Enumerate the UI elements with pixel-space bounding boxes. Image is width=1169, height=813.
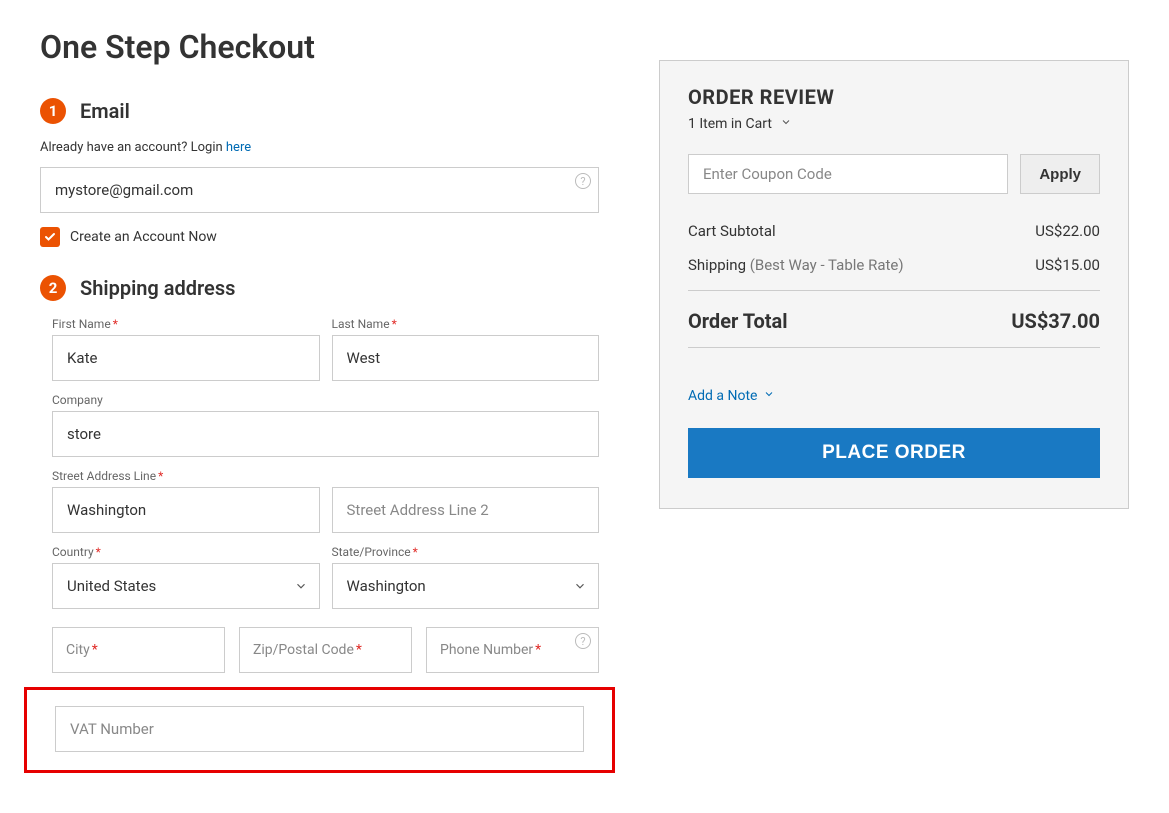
order-review-title: ORDER REVIEW xyxy=(688,85,1100,109)
help-icon[interactable]: ? xyxy=(575,173,591,189)
country-select[interactable]: United States xyxy=(52,563,320,609)
create-account-checkbox[interactable] xyxy=(40,227,60,247)
check-icon xyxy=(44,231,56,243)
subtotal-label: Cart Subtotal xyxy=(688,222,776,240)
create-account-label: Create an Account Now xyxy=(70,229,217,245)
divider xyxy=(688,290,1100,291)
order-total-row: Order Total US$37.00 xyxy=(688,309,1100,333)
email-field-wrap: ? xyxy=(40,167,599,213)
step-shipping-number: 2 xyxy=(40,275,66,301)
divider xyxy=(688,347,1100,348)
order-review-panel: ORDER REVIEW 1 Item in Cart Apply Cart S… xyxy=(659,60,1129,509)
city-input[interactable] xyxy=(52,627,225,673)
step-shipping-header: 2 Shipping address xyxy=(40,275,599,301)
country-field: Country* United States xyxy=(52,545,320,609)
phone-field: Phone Number* ? xyxy=(426,627,599,673)
subtotal-value: US$22.00 xyxy=(1035,222,1100,240)
create-account-row[interactable]: Create an Account Now xyxy=(40,227,599,247)
step-email-number: 1 xyxy=(40,98,66,124)
last-name-label: Last Name* xyxy=(332,317,600,331)
first-name-label: First Name* xyxy=(52,317,320,331)
vat-input[interactable] xyxy=(55,706,584,752)
order-total-label: Order Total xyxy=(688,309,788,333)
shipping-method: (Best Way - Table Rate) xyxy=(746,256,904,274)
step-email-header: 1 Email xyxy=(40,98,599,124)
page-title: One Step Checkout xyxy=(40,28,599,66)
company-label: Company xyxy=(52,393,599,407)
street2-input[interactable] xyxy=(332,487,600,533)
help-icon[interactable]: ? xyxy=(575,633,591,649)
email-input[interactable] xyxy=(40,167,599,213)
coupon-input[interactable] xyxy=(688,154,1008,194)
login-prompt: Already have an account? Login here xyxy=(40,140,599,155)
state-label: State/Province* xyxy=(332,545,600,559)
apply-coupon-button[interactable]: Apply xyxy=(1020,154,1100,194)
step-email-title: Email xyxy=(80,99,130,123)
last-name-input[interactable] xyxy=(332,335,600,381)
zip-input[interactable] xyxy=(239,627,412,673)
first-name-input[interactable] xyxy=(52,335,320,381)
shipping-row: Shipping (Best Way - Table Rate) US$15.0… xyxy=(688,256,1100,274)
zip-field: Zip/Postal Code* xyxy=(239,627,412,673)
add-note-toggle[interactable]: Add a Note xyxy=(688,388,775,404)
chevron-down-icon xyxy=(763,388,775,404)
street1-field: Street Address Line* xyxy=(52,469,320,533)
company-field: Company xyxy=(52,393,599,457)
company-input[interactable] xyxy=(52,411,599,457)
shipping-label: Shipping xyxy=(688,256,746,274)
street1-input[interactable] xyxy=(52,487,320,533)
cart-items-toggle[interactable]: 1 Item in Cart xyxy=(688,116,792,132)
order-total-value: US$37.00 xyxy=(1011,309,1100,333)
chevron-down-icon xyxy=(780,116,792,132)
place-order-button[interactable]: PLACE ORDER xyxy=(688,428,1100,478)
login-prompt-text: Already have an account? Login xyxy=(40,140,226,155)
vat-highlight-box xyxy=(24,687,615,773)
shipping-value: US$15.00 xyxy=(1035,256,1100,274)
country-label: Country* xyxy=(52,545,320,559)
phone-input[interactable] xyxy=(426,627,599,673)
street1-label: Street Address Line* xyxy=(52,469,320,483)
step-shipping-title: Shipping address xyxy=(80,276,235,300)
street2-field xyxy=(332,469,600,533)
last-name-field: Last Name* xyxy=(332,317,600,381)
city-field: City* xyxy=(52,627,225,673)
state-select[interactable]: Washington xyxy=(332,563,600,609)
first-name-field: First Name* xyxy=(52,317,320,381)
state-field: State/Province* Washington xyxy=(332,545,600,609)
login-here-link[interactable]: here xyxy=(226,140,251,155)
subtotal-row: Cart Subtotal US$22.00 xyxy=(688,222,1100,240)
